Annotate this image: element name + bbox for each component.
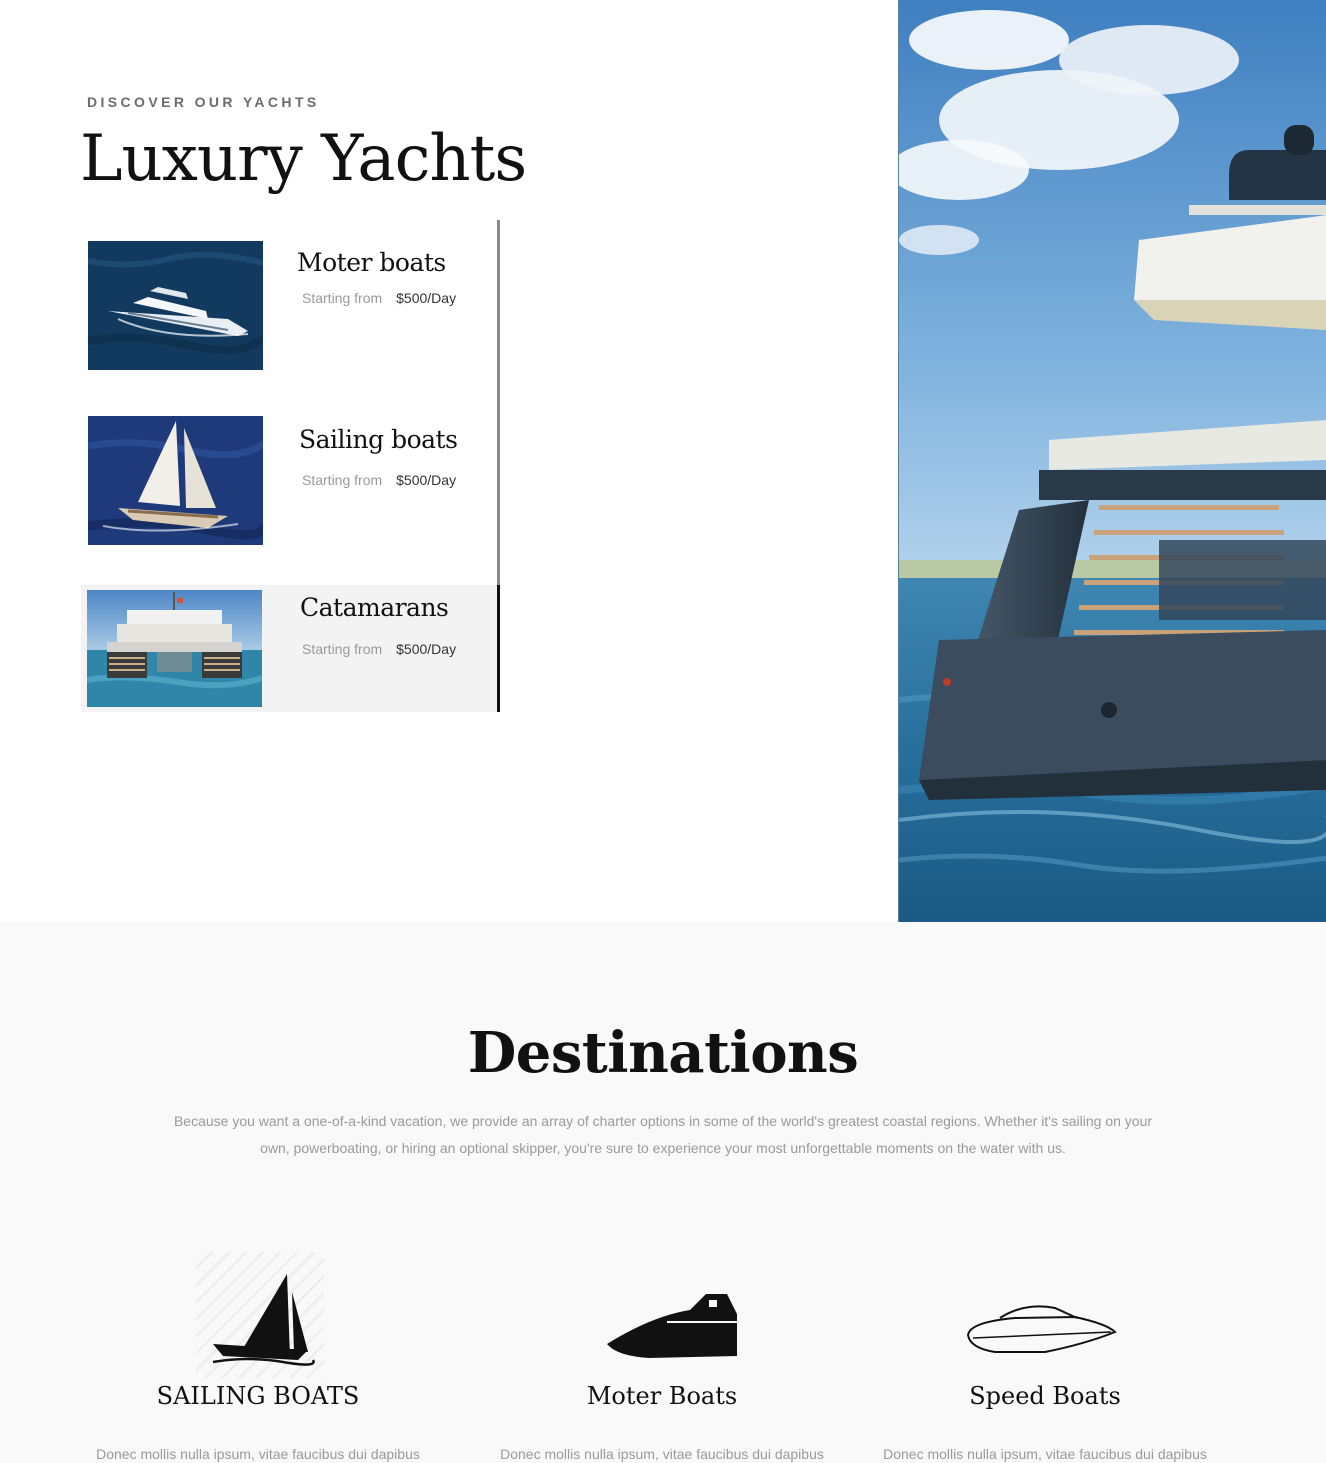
hero-yacht-image <box>898 0 1326 924</box>
moter-boat-thumbnail <box>88 241 263 370</box>
destinations-description-line-2: own, powerboating, or hiring an optional… <box>260 1140 1066 1156</box>
active-indicator <box>497 585 500 712</box>
yacht-item-name: Moter boats <box>297 248 446 277</box>
price-value: $500/Day <box>396 641 457 657</box>
card-title: Speed Boats <box>969 1382 1121 1410</box>
yacht-type-list: Moter boats Starting from $500/Day Saili… <box>81 220 500 712</box>
destinations-title: Destinations <box>467 1020 859 1086</box>
starting-from-label: Starting from <box>302 641 383 657</box>
card-text: Donec mollis nulla ipsum, vitae faucibus… <box>96 1446 420 1462</box>
catamaran-thumbnail <box>87 590 262 707</box>
price-value: $500/Day <box>396 290 457 306</box>
yacht-item-price-line: Starting from $500/Day <box>302 641 456 657</box>
yacht-item-price-line: Starting from $500/Day <box>302 290 456 306</box>
card-title: SAILING BOATS <box>156 1382 360 1410</box>
yacht-item-sailing-boats[interactable]: Sailing boats Starting from $500/Day <box>81 396 497 566</box>
sailboat-icon <box>58 1252 458 1382</box>
yacht-item-moter-boats[interactable]: Moter boats Starting from $500/Day <box>81 220 497 390</box>
speedboat-icon <box>845 1252 1245 1382</box>
yacht-item-name: Sailing boats <box>299 425 458 454</box>
yacht-item-price-line: Starting from $500/Day <box>302 472 456 488</box>
price-value: $500/Day <box>396 472 457 488</box>
card-text: Donec mollis nulla ipsum, vitae faucibus… <box>500 1446 824 1462</box>
yacht-item-catamarans[interactable]: Catamarans Starting from $500/Day <box>81 585 500 712</box>
sailing-boat-thumbnail <box>88 416 263 545</box>
destinations-description-line-1: Because you want a one-of-a-kind vacatio… <box>173 1113 1153 1129</box>
motorboat-icon <box>462 1252 862 1382</box>
luxury-yachts-section: DISCOVER OUR YACHTS Luxury Yachts Moter … <box>0 0 1326 924</box>
section-title: Luxury Yachts <box>80 122 527 196</box>
starting-from-label: Starting from <box>302 472 383 488</box>
card-title: Moter Boats <box>586 1382 738 1410</box>
yacht-item-name: Catamarans <box>300 593 449 622</box>
section-eyebrow: DISCOVER OUR YACHTS <box>87 94 320 110</box>
destinations-description: Because you want a one-of-a-kind vacatio… <box>150 1108 1176 1162</box>
card-text: Donec mollis nulla ipsum, vitae faucibus… <box>883 1446 1207 1462</box>
starting-from-label: Starting from <box>302 290 383 306</box>
destinations-section: Destinations Because you want a one-of-a… <box>0 922 1326 1463</box>
